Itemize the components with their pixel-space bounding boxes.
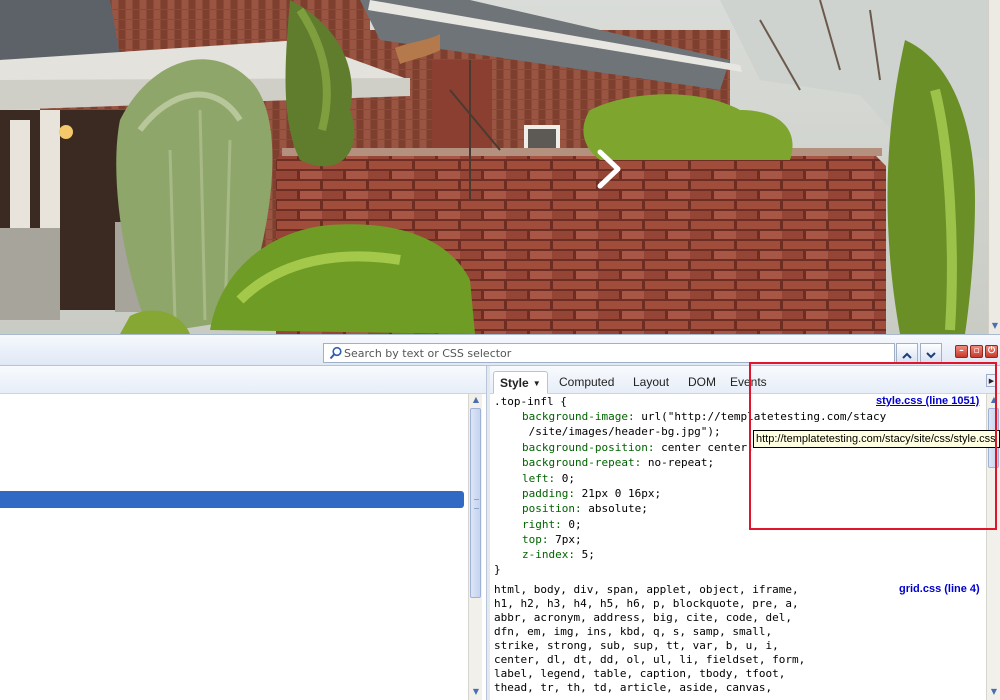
detach-button[interactable]: ▫ [970, 345, 983, 358]
search-next-button[interactable] [920, 343, 942, 363]
html-panel: ▲ ▼ [0, 366, 486, 700]
scroll-up-arrow-icon[interactable]: ▲ [470, 394, 482, 406]
selected-html-node[interactable] [0, 491, 464, 508]
css-source-link[interactable]: style.css (line 1051) [876, 394, 979, 409]
header-photo [0, 0, 988, 334]
css-selector-line[interactable]: strike, strong, sub, sup, tt, var, b, u,… [494, 638, 779, 653]
css-source-link[interactable]: grid.css (line 4) [899, 582, 980, 597]
search-previous-button[interactable] [896, 343, 918, 363]
css-declaration[interactable]: top: 7px; [522, 532, 582, 547]
scroll-down-arrow-icon[interactable]: ▼ [470, 686, 482, 698]
css-selector[interactable]: .top-infl { [494, 394, 567, 409]
search-icon [329, 346, 342, 360]
more-tabs-arrow-icon[interactable]: ▶ [986, 374, 997, 387]
side-panel-tabs: Style ▼ Computed Layout DOM Events ▶ [490, 366, 1000, 394]
page-vertical-scrollbar[interactable]: ▼ [988, 0, 1000, 334]
tab-dom[interactable]: DOM [682, 371, 722, 394]
detach-icon: ▫ [973, 346, 980, 356]
tab-computed[interactable]: Computed [553, 371, 620, 394]
css-selector-line[interactable]: thead, tr, th, td, article, aside, canva… [494, 680, 772, 695]
source-link-tooltip: http://templatetesting.com/stacy/site/cs… [753, 430, 1000, 448]
css-declaration[interactable]: position: absolute; [522, 501, 648, 516]
css-selector-line[interactable]: center, dl, dt, dd, ol, ul, li, fieldset… [494, 652, 805, 667]
page-viewport: ▼ [0, 0, 1000, 334]
css-declaration[interactable]: right: 0; [522, 517, 582, 532]
minimize-button[interactable]: – [955, 345, 968, 358]
css-rule-close: } [494, 563, 501, 576]
tab-style[interactable]: Style ▼ [493, 371, 548, 394]
search-input[interactable] [344, 344, 884, 362]
minimize-icon: – [959, 346, 964, 356]
css-selector-line[interactable]: dfn, em, img, ins, kbd, q, s, samp, smal… [494, 624, 772, 639]
css-declaration[interactable]: z-index: 5; [522, 547, 595, 562]
power-icon: ⏻ [987, 346, 996, 356]
close-button[interactable]: ⏻ [985, 345, 998, 358]
scrollbar-thumb[interactable] [470, 408, 481, 598]
scroll-down-arrow-icon[interactable]: ▼ [988, 686, 1000, 698]
css-declaration[interactable]: background-image: url("http://templatete… [522, 409, 886, 424]
scroll-down-arrow-icon[interactable]: ▼ [990, 320, 1000, 332]
dropdown-caret-icon: ▼ [532, 379, 541, 388]
css-selector-line[interactable]: html, body, div, span, applet, object, i… [494, 582, 799, 597]
css-declaration[interactable]: background-repeat: no-repeat; [522, 455, 714, 470]
css-selector-line[interactable]: label, legend, table, caption, tbody, tf… [494, 666, 785, 681]
css-declaration[interactable]: padding: 21px 0 16px; [522, 486, 661, 501]
tab-layout[interactable]: Layout [627, 371, 675, 394]
css-selector-line[interactable]: abbr, acronym, address, big, cite, code,… [494, 610, 792, 625]
scroll-up-arrow-icon[interactable]: ▲ [988, 394, 1000, 406]
slider-next-icon[interactable] [592, 148, 628, 190]
html-panel-scrollbar[interactable]: ▲ ▼ [468, 394, 482, 700]
search-box[interactable] [323, 343, 895, 363]
css-declaration[interactable]: /site/images/header-bg.jpg"); [522, 424, 721, 439]
chevron-down-icon [926, 352, 936, 359]
chevron-up-icon [902, 352, 912, 359]
firebug-toolbar: – ▫ ⏻ [0, 334, 1000, 366]
css-selector-line[interactable]: h1, h2, h3, h4, h5, h6, p, blockquote, p… [494, 596, 799, 611]
html-panel-header [0, 366, 486, 394]
css-declaration[interactable]: background-position: center center; [522, 440, 754, 455]
firebug-panel: – ▫ ⏻ ▲ ▼ Style▼ Computed Layout DOM Eve… [0, 334, 1000, 700]
side-panel: Style ▼ Computed Layout DOM Events ▶ .top… [490, 366, 1000, 700]
css-declaration[interactable]: left: 0; [522, 471, 575, 486]
tab-events[interactable]: Events [724, 371, 773, 394]
